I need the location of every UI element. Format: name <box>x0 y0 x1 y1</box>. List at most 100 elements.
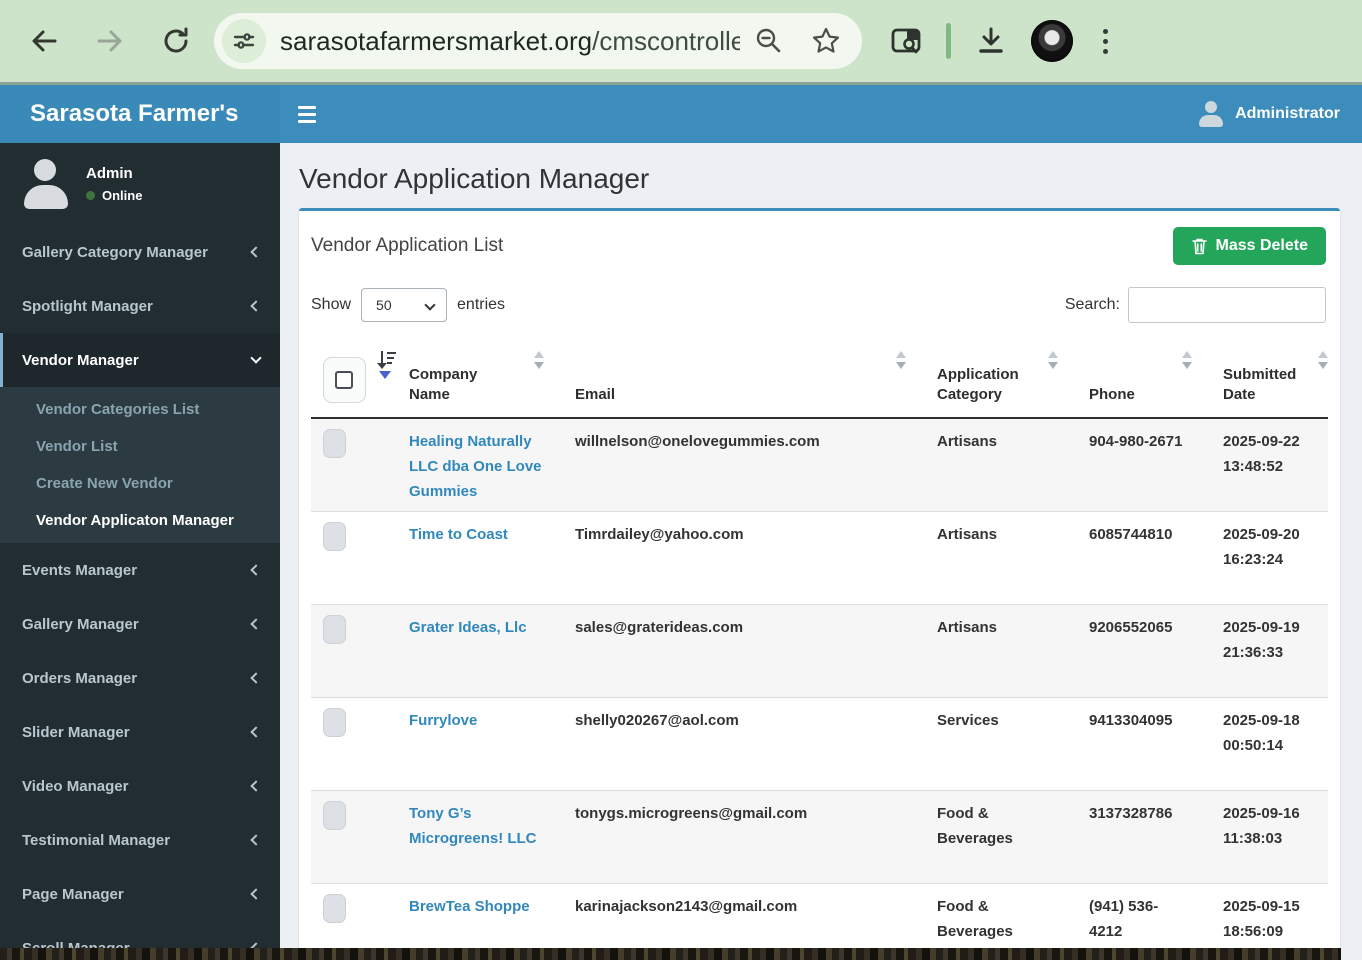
mass-delete-label: Mass Delete <box>1216 237 1309 255</box>
browser-nav-buttons <box>0 21 196 61</box>
cell-email: tonygs.microgreens@gmail.com <box>562 791 924 826</box>
row-checkbox[interactable] <box>323 894 346 923</box>
table-row: Grater Ideas, Llc sales@graterideas.com … <box>311 605 1328 698</box>
sort-icon[interactable] <box>1318 351 1328 369</box>
vendor-table: Company Name Email Application Category <box>311 337 1328 960</box>
mass-delete-button[interactable]: Mass Delete <box>1173 227 1327 265</box>
chevron-left-icon <box>250 618 261 629</box>
company-link[interactable]: BrewTea Shoppe <box>409 898 530 915</box>
sidebar-item-gallery-category-manager[interactable]: Gallery Category Manager <box>0 225 280 279</box>
url-path: /cmscontroller/vendor/appl... <box>592 26 740 56</box>
cell-email: sales@graterideas.com <box>562 605 924 640</box>
sidebar-subitem-vendor-list[interactable]: Vendor List <box>0 428 280 465</box>
page-length-select[interactable]: 50 <box>361 288 447 322</box>
address-bar[interactable]: sarasotafarmersmarket.org/cmscontroller/… <box>214 13 862 69</box>
sidebar-item-vendor-manager[interactable]: Vendor Manager <box>0 333 280 387</box>
company-link[interactable]: Grater Ideas, Llc <box>409 619 527 636</box>
page-bottom-texture <box>0 948 1341 960</box>
sidebar-item-gallery-manager[interactable]: Gallery Manager <box>0 597 280 651</box>
column-header-email[interactable]: Email <box>562 337 924 417</box>
company-link[interactable]: Furrylove <box>409 712 477 729</box>
zoom-out-icon[interactable] <box>748 21 788 61</box>
cell-phone: 9206552065 <box>1076 605 1210 640</box>
user-menu[interactable]: Administrator <box>1197 101 1362 127</box>
chevron-left-icon <box>250 726 261 737</box>
table-header-row: Company Name Email Application Category <box>311 337 1328 419</box>
sort-icon[interactable] <box>1048 351 1058 369</box>
sidebar-subitem-vendor-applicaton-manager[interactable]: Vendor Applicaton Manager <box>0 502 280 539</box>
sidebar: Admin Online Gallery Category ManagerSpo… <box>0 143 280 960</box>
cell-email: shelly020267@aol.com <box>562 698 924 733</box>
company-link[interactable]: Tony G’s Microgreens! LLC <box>409 805 537 847</box>
sidebar-toggle-icon[interactable] <box>280 92 334 137</box>
sidebar-item-slider-manager[interactable]: Slider Manager <box>0 705 280 759</box>
browser-toolbar: sarasotafarmersmarket.org/cmscontroller/… <box>0 0 1362 85</box>
bookmark-star-icon[interactable] <box>806 21 846 61</box>
sidebar-subitem-vendor-categories-list[interactable]: Vendor Categories List <box>0 391 280 428</box>
online-dot <box>86 191 95 200</box>
column-header-select <box>311 337 396 417</box>
company-link[interactable]: Time to Coast <box>409 526 508 543</box>
table-row: Furrylove shelly020267@aol.com Services … <box>311 698 1328 791</box>
sidebar-item-testimonial-manager[interactable]: Testimonial Manager <box>0 813 280 867</box>
url-domain: sarasotafarmersmarket.org <box>280 26 592 56</box>
user-menu-label: Administrator <box>1235 105 1340 123</box>
box-title: Vendor Application List <box>311 235 503 257</box>
sort-icon[interactable] <box>1182 351 1192 369</box>
user-icon <box>1197 101 1225 127</box>
search-input[interactable] <box>1128 287 1326 323</box>
entries-label: entries <box>457 296 505 314</box>
extension-divider <box>946 23 951 59</box>
column-header-category[interactable]: Application Category <box>924 337 1076 417</box>
select-all-checkbox[interactable] <box>323 357 366 403</box>
brand-logo[interactable]: Sarasota Farmer's <box>0 85 280 143</box>
row-checkbox[interactable] <box>323 801 346 830</box>
download-icon[interactable] <box>971 21 1011 61</box>
sidebar-item-spotlight-manager[interactable]: Spotlight Manager <box>0 279 280 333</box>
company-link[interactable]: Healing Naturally LLC dba One Love Gummi… <box>409 433 542 500</box>
sort-icon[interactable] <box>534 351 544 369</box>
sort-icon[interactable] <box>896 351 906 369</box>
row-checkbox[interactable] <box>323 708 346 737</box>
sidebar-item-page-manager[interactable]: Page Manager <box>0 867 280 921</box>
sidebar-user-panel: Admin Online <box>0 143 280 225</box>
cell-category: Services <box>924 698 1076 733</box>
menu-kebab-icon[interactable] <box>1093 29 1117 54</box>
app-navbar: Sarasota Farmer's Administrator <box>0 85 1362 143</box>
chevron-left-icon <box>250 780 261 791</box>
show-label: Show <box>311 296 351 314</box>
column-header-phone[interactable]: Phone <box>1076 337 1210 417</box>
cell-submitted-date: 2025-09-15 18:56:09 <box>1210 884 1328 944</box>
back-icon[interactable] <box>24 21 64 61</box>
forward-icon[interactable] <box>90 21 130 61</box>
chevron-left-icon <box>250 888 261 899</box>
main-content: Vendor Application Manager Vendor Applic… <box>280 143 1362 960</box>
cell-phone: 6085744810 <box>1076 512 1210 547</box>
sort-descending-icon[interactable] <box>376 349 396 381</box>
search-tabs-icon[interactable] <box>886 21 926 61</box>
chevron-left-icon <box>250 672 261 683</box>
site-settings-icon[interactable] <box>222 19 266 63</box>
sidebar-subitem-create-new-vendor[interactable]: Create New Vendor <box>0 465 280 502</box>
table-row: Healing Naturally LLC dba One Love Gummi… <box>311 419 1328 512</box>
page-length-value: 50 <box>376 297 392 313</box>
url-text: sarasotafarmersmarket.org/cmscontroller/… <box>280 26 740 57</box>
row-checkbox[interactable] <box>323 522 346 551</box>
cell-phone: 904-980-2671 <box>1076 419 1210 454</box>
row-checkbox[interactable] <box>323 429 346 458</box>
cell-category: Food & Beverages <box>924 791 1076 851</box>
sidebar-item-orders-manager[interactable]: Orders Manager <box>0 651 280 705</box>
chevron-down-icon <box>250 352 261 363</box>
sidebar-user-status: Online <box>102 188 142 203</box>
cell-submitted-date: 2025-09-16 11:38:03 <box>1210 791 1328 851</box>
column-header-submitted[interactable]: Submitted Date <box>1210 337 1328 417</box>
reload-icon[interactable] <box>156 21 196 61</box>
column-header-company[interactable]: Company Name <box>396 337 562 417</box>
row-checkbox[interactable] <box>323 615 346 644</box>
sidebar-item-events-manager[interactable]: Events Manager <box>0 543 280 597</box>
chevron-left-icon <box>250 834 261 845</box>
sidebar-item-video-manager[interactable]: Video Manager <box>0 759 280 813</box>
profile-avatar[interactable] <box>1031 20 1073 62</box>
chevron-left-icon <box>250 300 261 311</box>
browser-toolbar-right <box>886 20 1117 62</box>
